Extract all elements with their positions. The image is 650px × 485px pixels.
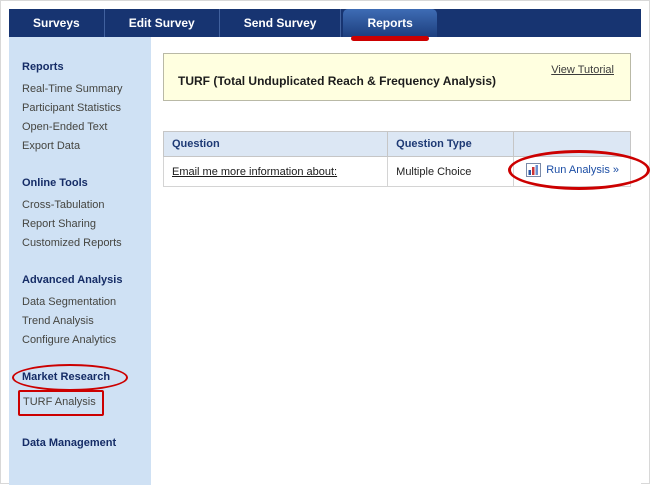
sidebar-header-reports: Reports bbox=[22, 61, 64, 73]
sidebar-item-participant-statistics[interactable]: Participant Statistics bbox=[22, 99, 121, 118]
sidebar-header-online-tools: Online Tools bbox=[22, 177, 88, 189]
tab-send-survey[interactable]: Send Survey bbox=[220, 9, 342, 37]
sidebar-item-customized-reports[interactable]: Customized Reports bbox=[22, 234, 122, 253]
sidebar-item-cross-tabulation[interactable]: Cross-Tabulation bbox=[22, 196, 105, 215]
question-link[interactable]: Email me more information about: bbox=[172, 166, 337, 178]
sidebar-item-report-sharing[interactable]: Report Sharing bbox=[22, 215, 96, 234]
analysis-chart-icon bbox=[526, 163, 541, 177]
col-header-action bbox=[514, 132, 631, 157]
sidebar: Reports Real-Time Summary Participant St… bbox=[9, 37, 151, 485]
question-type-cell: Multiple Choice bbox=[388, 157, 514, 187]
col-header-question: Question bbox=[164, 132, 388, 157]
question-cell: Email me more information about: bbox=[164, 157, 388, 187]
run-analysis-link[interactable]: Run Analysis » bbox=[546, 164, 619, 176]
sidebar-item-real-time-summary[interactable]: Real-Time Summary bbox=[22, 80, 122, 99]
view-tutorial-link[interactable]: View Tutorial bbox=[551, 64, 614, 76]
app-window: Surveys Edit Survey Send Survey Reports … bbox=[0, 0, 650, 484]
sidebar-section-data-management: Data Management bbox=[22, 437, 145, 449]
table-header-row: Question Question Type bbox=[164, 132, 631, 157]
sidebar-item-open-ended-text[interactable]: Open-Ended Text bbox=[22, 118, 107, 137]
sidebar-header-market-research-label: Market Research bbox=[22, 371, 110, 383]
tab-reports-label: Reports bbox=[367, 16, 412, 30]
turf-panel: TURF (Total Unduplicated Reach & Frequen… bbox=[163, 53, 631, 101]
sidebar-item-configure-analytics[interactable]: Configure Analytics bbox=[22, 331, 116, 350]
sidebar-header-market-research: Market Research bbox=[22, 371, 110, 383]
table-row: Email me more information about: Multipl… bbox=[164, 157, 631, 187]
run-analysis-wrap: Run Analysis » bbox=[522, 163, 619, 177]
tab-edit-survey[interactable]: Edit Survey bbox=[105, 9, 220, 37]
questions-table: Question Question Type Email me more inf… bbox=[163, 131, 631, 187]
sidebar-item-export-data[interactable]: Export Data bbox=[22, 137, 80, 156]
sidebar-section-reports: Reports Real-Time Summary Participant St… bbox=[22, 61, 145, 156]
sidebar-item-data-segmentation[interactable]: Data Segmentation bbox=[22, 293, 116, 312]
sidebar-section-advanced-analysis: Advanced Analysis Data Segmentation Tren… bbox=[22, 274, 145, 350]
panel-title: TURF (Total Unduplicated Reach & Frequen… bbox=[178, 74, 616, 88]
top-nav: Surveys Edit Survey Send Survey Reports bbox=[9, 9, 641, 37]
col-header-question-type: Question Type bbox=[388, 132, 514, 157]
sidebar-section-online-tools: Online Tools Cross-Tabulation Report Sha… bbox=[22, 177, 145, 253]
tab-surveys[interactable]: Surveys bbox=[9, 9, 105, 37]
action-cell: Run Analysis » bbox=[514, 157, 631, 187]
sidebar-section-market-research: Market Research TURF Analysis bbox=[22, 371, 145, 416]
sidebar-item-turf-analysis[interactable]: TURF Analysis bbox=[18, 390, 104, 416]
tab-reports[interactable]: Reports bbox=[343, 9, 436, 37]
body-row: Reports Real-Time Summary Participant St… bbox=[9, 37, 641, 485]
sidebar-header-advanced-analysis: Advanced Analysis bbox=[22, 274, 122, 286]
sidebar-item-trend-analysis[interactable]: Trend Analysis bbox=[22, 312, 94, 331]
sidebar-header-data-management: Data Management bbox=[22, 437, 116, 449]
main-content: TURF (Total Unduplicated Reach & Frequen… bbox=[151, 37, 641, 485]
